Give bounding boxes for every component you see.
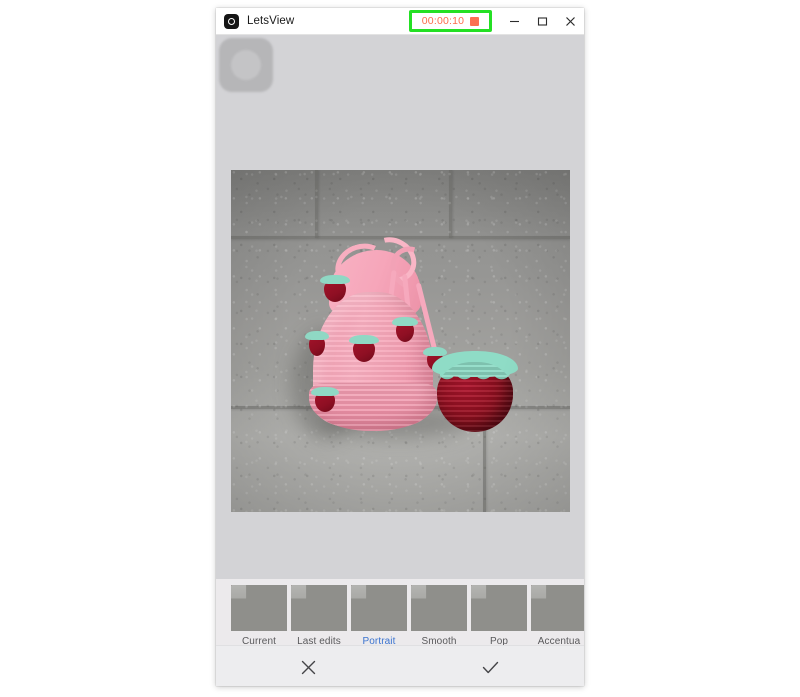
maximize-icon[interactable] bbox=[528, 8, 556, 35]
minimize-icon[interactable] bbox=[500, 8, 528, 35]
filter-label: Last edits bbox=[297, 636, 341, 645]
recording-timer-group[interactable]: 00:00:10 bbox=[417, 15, 484, 27]
filter-item-pop[interactable]: Pop bbox=[471, 585, 527, 645]
filter-strip[interactable]: Current Last edits Portrait Smooth Pop A… bbox=[216, 579, 584, 645]
filter-item-current[interactable]: Current bbox=[231, 585, 287, 645]
letsview-window: LetsView 00:00:10 Current Last edits Por… bbox=[216, 8, 584, 686]
window-titlebar: LetsView 00:00:10 bbox=[216, 8, 584, 35]
filter-item-portrait[interactable]: Portrait bbox=[351, 585, 407, 645]
editor-action-bar bbox=[216, 645, 584, 686]
letsview-circle-logo-icon bbox=[224, 13, 239, 29]
recording-timer-text: 00:00:10 bbox=[421, 15, 465, 27]
close-x-icon bbox=[301, 660, 315, 674]
filter-label: Portrait bbox=[362, 636, 396, 645]
filter-thumbnail[interactable] bbox=[411, 585, 467, 631]
main-photo[interactable] bbox=[231, 170, 570, 512]
window-controls bbox=[500, 8, 584, 35]
stop-square-icon[interactable] bbox=[470, 16, 480, 26]
filter-item-smooth[interactable]: Smooth bbox=[411, 585, 467, 645]
checkmark-icon bbox=[482, 661, 498, 673]
photo-stage bbox=[216, 35, 584, 579]
filter-item-last-edits[interactable]: Last edits bbox=[291, 585, 347, 645]
close-icon[interactable] bbox=[556, 8, 584, 35]
app-title: LetsView bbox=[247, 15, 295, 27]
cancel-button[interactable] bbox=[295, 654, 321, 680]
recording-timer-highlight: 00:00:10 bbox=[409, 10, 492, 32]
filter-label: Pop bbox=[489, 636, 509, 645]
confirm-button[interactable] bbox=[477, 654, 503, 680]
filter-thumbnail[interactable] bbox=[531, 585, 584, 631]
filter-item-accentuate[interactable]: Accentua bbox=[531, 585, 584, 645]
filter-label: Smooth bbox=[421, 636, 457, 645]
filter-label: Current bbox=[241, 636, 277, 645]
mirrored-screen: Current Last edits Portrait Smooth Pop A… bbox=[216, 35, 584, 686]
filter-thumbnail[interactable] bbox=[291, 585, 347, 631]
filter-label: Accentua bbox=[537, 636, 581, 645]
filter-thumbnail[interactable] bbox=[471, 585, 527, 631]
filter-thumbnail[interactable] bbox=[231, 585, 287, 631]
filter-thumbnail[interactable] bbox=[351, 585, 407, 631]
screenshot-root: LetsView 00:00:10 Current Last edits Por… bbox=[0, 0, 800, 697]
